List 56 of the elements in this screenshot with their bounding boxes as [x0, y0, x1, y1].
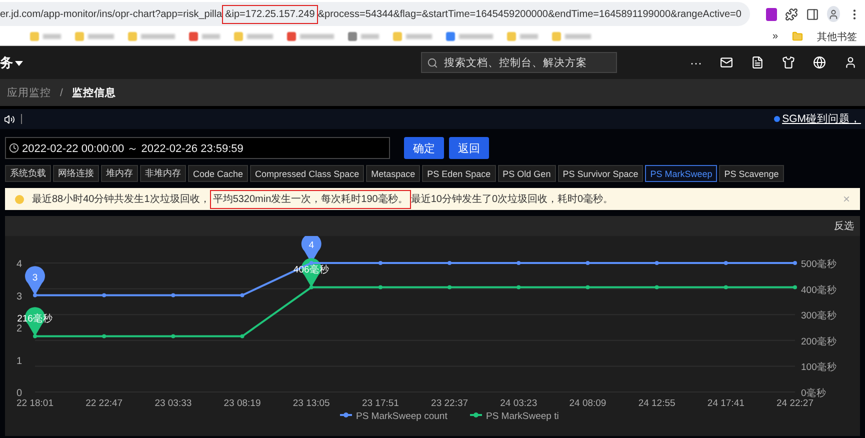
- marker-label: 4: [308, 240, 314, 251]
- breadcrumb-separator: /: [60, 86, 63, 98]
- more-bookmarks[interactable]: »: [772, 31, 778, 42]
- legend-label: PS MarkSweep count: [356, 411, 448, 422]
- tab[interactable]: PS MarkSweep: [645, 165, 718, 182]
- axis-label: 23 22:37: [431, 398, 468, 409]
- tab[interactable]: Metaspace: [366, 165, 420, 182]
- tab[interactable]: PS Eden Space: [422, 165, 496, 182]
- search-field[interactable]: 搜索文档、控制台、解决方案: [421, 52, 617, 73]
- tab[interactable]: Compressed Class Space: [250, 165, 364, 182]
- axis-label: 500毫秒: [801, 259, 837, 270]
- axis-label: 200毫秒: [801, 336, 837, 348]
- alert-message: 最近88小时40分钟共发生1次垃圾回收， 平均5320min发生一次，每次耗时190毫秒。 最近10分钟发生了0次垃圾回收，耗时0毫秒。: [32, 192, 614, 206]
- action-button[interactable]: 确定: [404, 137, 444, 159]
- tab[interactable]: 堆内存: [101, 165, 138, 182]
- axis-label: 0: [16, 388, 22, 399]
- address-field[interactable]: er.jd.com/app-monitor/ins/opr-chart?app=risk_pilla &ip=172.25.157.249 &process=54344&flag=&startTime=1645459200000&endTime=1645891199000&rangeActive=0: [0, 2, 750, 26]
- axis-label: 1: [16, 356, 22, 367]
- axis-label: 23 17:51: [362, 398, 399, 409]
- axis-label: 24 17:41: [707, 398, 744, 409]
- axis-label: 23 13:05: [292, 398, 330, 409]
- bookmark-folder[interactable]: 其他书签: [817, 30, 857, 44]
- axis-label: 22 22:47: [86, 398, 123, 409]
- tab[interactable]: 网络连接: [53, 165, 99, 182]
- tab[interactable]: PS Scavenge: [719, 165, 784, 182]
- more-button[interactable]: ···: [690, 56, 702, 70]
- axis-label: 100毫秒: [801, 362, 837, 374]
- axis-label: 24 12:55: [638, 398, 676, 409]
- axis-label: 24 08:09: [569, 398, 606, 409]
- breadcrumb-item: 监控信息: [72, 86, 116, 100]
- axis-label: 23 08:19: [224, 398, 261, 409]
- breadcrumb-item[interactable]: 应用监控: [7, 86, 51, 100]
- tab[interactable]: Code Cache: [188, 165, 248, 182]
- marker-label: 3: [32, 272, 38, 284]
- axis-label: 24 22:27: [776, 398, 814, 409]
- legend-item[interactable]: PS MarkSweep count: [340, 411, 448, 422]
- date-range-field[interactable]: 2022-02-22 00:00:00 ～ 2022-02-26 23:59:59: [5, 137, 390, 159]
- axis-label: 24 03:23: [500, 398, 538, 409]
- legend-label: PS MarkSweep ti: [486, 411, 559, 422]
- action-button[interactable]: 返回: [449, 137, 489, 159]
- tab[interactable]: 系统负载: [5, 165, 51, 182]
- axis-label: 23 03:33: [154, 398, 192, 409]
- axis-label: 300毫秒: [801, 310, 837, 322]
- axis-label: 22 18:01: [16, 398, 54, 409]
- axis-label: 2: [16, 324, 22, 334]
- tab[interactable]: PS Old Gen: [498, 165, 556, 182]
- legend-item[interactable]: PS MarkSweep ti: [470, 411, 559, 422]
- axis-label: 400毫秒: [801, 284, 837, 296]
- tab[interactable]: 非堆内存: [140, 165, 186, 182]
- axis-label: 3: [16, 291, 22, 302]
- axis-label: 0毫秒: [801, 388, 826, 399]
- menu-label[interactable]: 务: [0, 54, 13, 72]
- axis-label: 4: [16, 259, 22, 270]
- tab[interactable]: PS Survivor Space: [558, 165, 644, 182]
- help-link[interactable]: SGM碰到问题，: [782, 112, 861, 126]
- invert-selection-button[interactable]: 反选: [834, 219, 854, 233]
